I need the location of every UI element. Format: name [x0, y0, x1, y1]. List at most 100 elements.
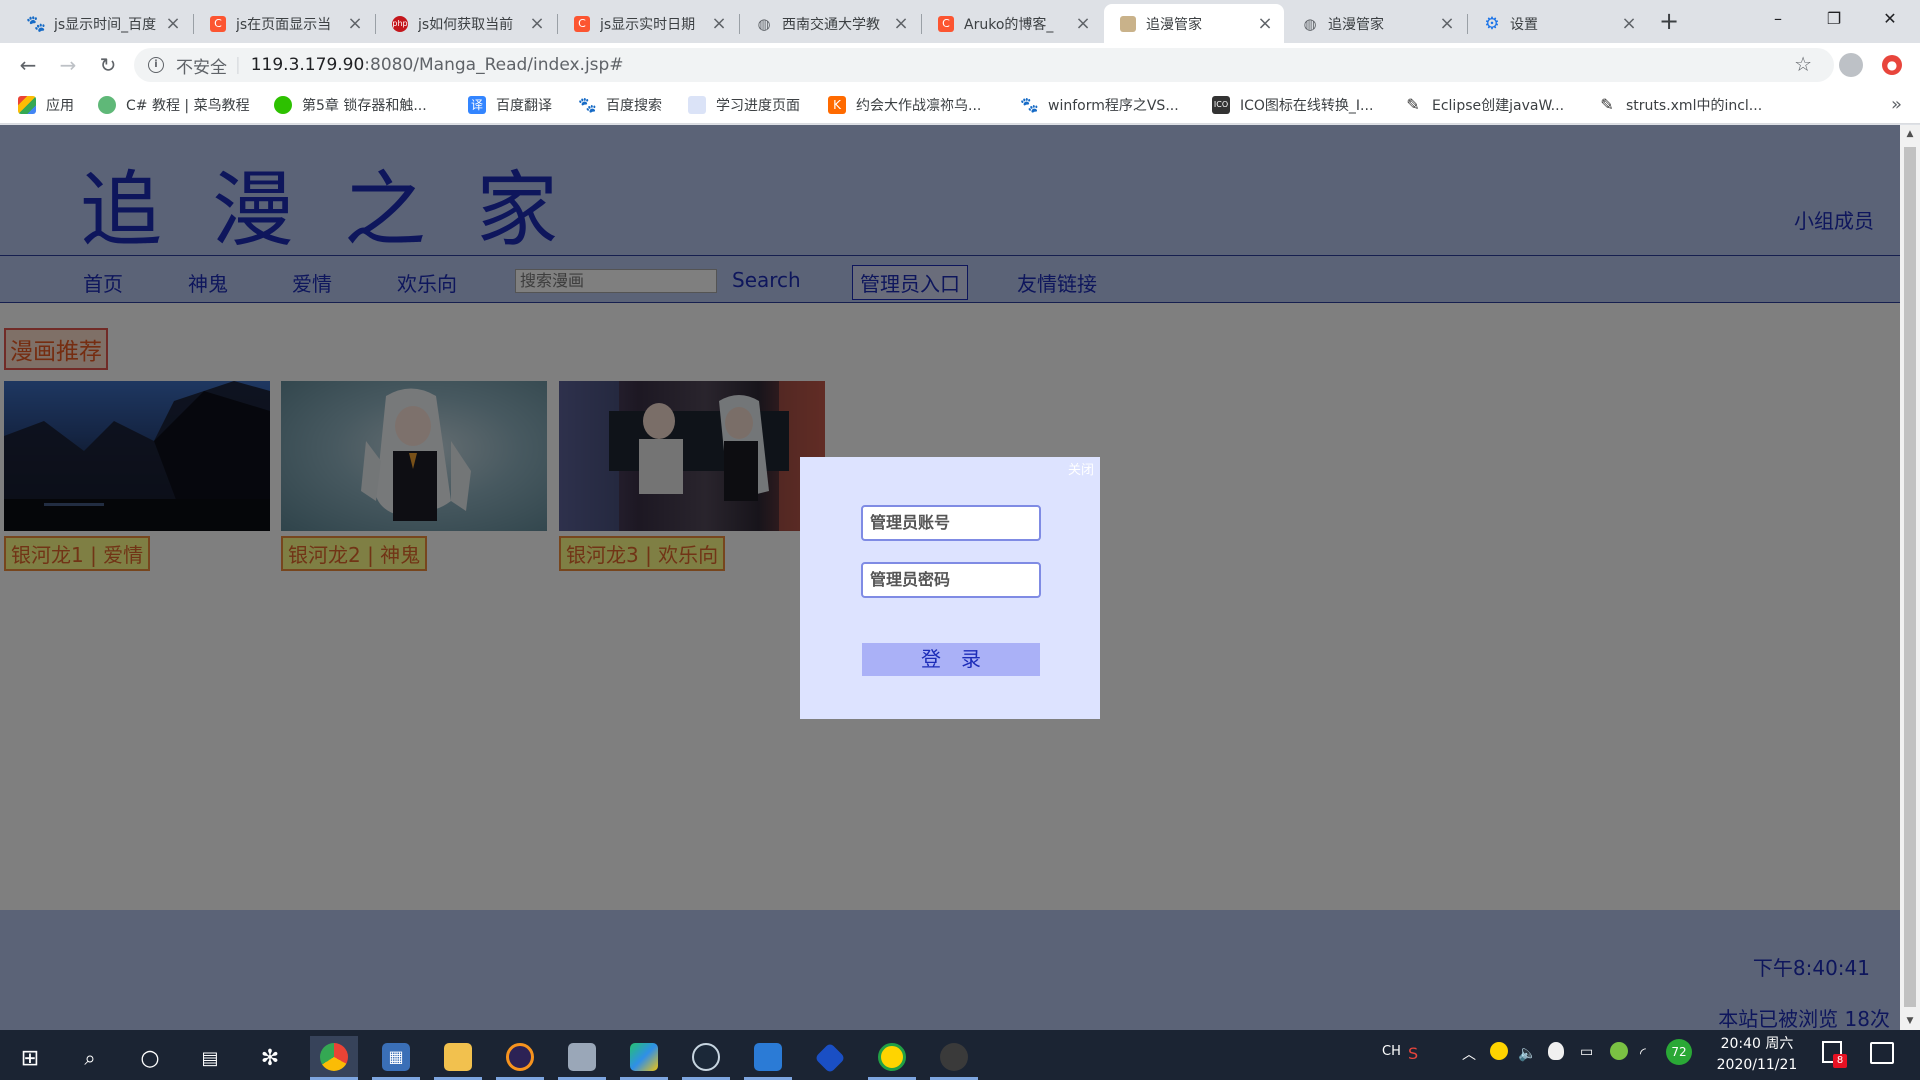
minimize-button[interactable]: – — [1754, 0, 1802, 40]
sogou-input-icon[interactable]: S — [1408, 1044, 1418, 1063]
tray-app-icon[interactable] — [1610, 1042, 1628, 1060]
security-label[interactable]: 不安全 — [176, 53, 227, 78]
app-taskbar-icon[interactable] — [620, 1036, 668, 1080]
close-tab-icon[interactable]: × — [1438, 13, 1456, 34]
tab-title: 设置 — [1510, 16, 1538, 33]
close-window-button[interactable]: ✕ — [1866, 0, 1914, 40]
browser-tab-8[interactable]: ◍ 追漫管家 × — [1286, 4, 1466, 43]
bookmark-item[interactable]: ✎ struts.xml中的incl... — [1598, 95, 1762, 115]
search-icon[interactable]: ⌕ — [66, 1036, 114, 1080]
bookmark-item[interactable]: C# 教程 | 菜鸟教程 — [98, 95, 250, 115]
browser-tab-5[interactable]: ◍ 西南交通大学教 × — [740, 4, 920, 43]
chevron-up-icon[interactable]: ︿ — [1462, 1044, 1476, 1064]
admin-password-input[interactable]: 管理员密码 — [861, 562, 1041, 598]
tab-title: 追漫管家 — [1328, 16, 1384, 33]
scroll-up-icon[interactable]: ▲ — [1900, 125, 1920, 143]
page-scrollbar[interactable]: ▲ ▼ — [1900, 125, 1920, 1030]
forward-arrow-icon[interactable]: → — [54, 51, 82, 79]
app-taskbar-icon[interactable] — [806, 1036, 854, 1080]
bookmark-item[interactable]: 学习进度页面 — [688, 95, 800, 115]
input-language-indicator[interactable]: CH — [1382, 1044, 1401, 1059]
new-tab-button[interactable]: + — [1655, 8, 1683, 36]
windows-start-icon[interactable]: ⊞ — [6, 1036, 54, 1080]
scrollbar-thumb[interactable] — [1904, 147, 1916, 1007]
browser-tab-4[interactable]: C js显示实时日期 × — [558, 4, 738, 43]
close-tab-icon[interactable]: × — [892, 13, 910, 34]
system-date: 2020/11/21 — [1716, 1057, 1798, 1073]
bookmark-label: 约会大作战凛祢乌... — [856, 98, 982, 114]
close-tab-icon[interactable]: × — [1620, 13, 1638, 34]
back-arrow-icon[interactable]: ← — [14, 51, 42, 79]
chevron-more-icon[interactable]: » — [1891, 94, 1902, 115]
qq-tray-icon[interactable] — [1548, 1042, 1564, 1060]
feather-icon: ✎ — [1406, 95, 1420, 114]
modal-close-button[interactable]: 关闭 — [1068, 459, 1094, 478]
eclipse-taskbar-icon[interactable] — [496, 1036, 544, 1080]
profile-avatar-icon[interactable] — [1839, 53, 1863, 77]
action-center-icon[interactable] — [1870, 1042, 1894, 1064]
bookmark-item[interactable]: ICO ICO图标在线转换_I... — [1212, 95, 1373, 115]
gear-icon: ⚙ — [1484, 13, 1500, 34]
browser-tab-2[interactable]: C js在页面显示当 × — [194, 4, 374, 43]
bookmark-item[interactable]: 译 百度翻译 — [468, 95, 552, 115]
browser-tab-active[interactable]: 追漫管家 × — [1104, 4, 1284, 43]
admin-account-input[interactable]: 管理员账号 — [861, 505, 1041, 541]
system-clock[interactable]: 20:40 周六 2020/11/21 — [1702, 1034, 1812, 1076]
close-tab-icon[interactable]: × — [1256, 13, 1274, 34]
chrome-icon — [320, 1042, 348, 1071]
close-tab-icon[interactable]: × — [710, 13, 728, 34]
tab-title: js显示时间_百度 — [54, 16, 157, 33]
security-tray-badge[interactable]: 72 — [1666, 1039, 1692, 1065]
bookmark-label: 学习进度页面 — [716, 98, 800, 114]
bookmark-item[interactable]: 🐾 百度搜索 — [578, 95, 662, 115]
diamond-app-icon — [814, 1042, 846, 1074]
baidu-paw-icon: 🐾 — [26, 14, 46, 33]
app-taskbar-icon[interactable] — [558, 1036, 606, 1080]
bookmark-label: 第5章 锁存器和触... — [302, 98, 427, 114]
battery-icon[interactable]: ▭ — [1580, 1044, 1593, 1060]
restore-button[interactable]: ❐ — [1810, 0, 1858, 40]
app-icon[interactable]: ✻ — [246, 1036, 294, 1080]
volume-icon[interactable]: 🔈 — [1518, 1044, 1537, 1062]
tab-title: js如何获取当前 — [418, 16, 514, 33]
close-tab-icon[interactable]: × — [346, 13, 364, 34]
wifi-icon[interactable]: ◜ — [1640, 1044, 1646, 1062]
login-button[interactable]: 登录 — [862, 643, 1040, 676]
kuwo-tray-icon[interactable] — [1490, 1042, 1508, 1060]
browser-tab-6[interactable]: C Aruko的博客_ × — [922, 4, 1102, 43]
translate-icon: 译 — [468, 96, 486, 114]
app-taskbar-icon[interactable] — [744, 1036, 792, 1080]
bookmark-label: ICO图标在线转换_I... — [1240, 98, 1374, 114]
info-icon[interactable]: i — [148, 57, 164, 73]
explorer-taskbar-icon[interactable] — [434, 1036, 482, 1080]
browser-tab-3[interactable]: php js如何获取当前 × — [376, 4, 556, 43]
close-tab-icon[interactable]: × — [528, 13, 546, 34]
baidu-paw-icon: 🐾 — [1020, 96, 1039, 114]
extension-icon[interactable]: ● — [1882, 55, 1902, 75]
browser-tab-9[interactable]: ⚙ 设置 × — [1468, 4, 1648, 43]
bookmark-item[interactable]: 🐾 winform程序之VS... — [1020, 95, 1179, 115]
steam-taskbar-icon[interactable] — [682, 1036, 730, 1080]
reload-icon[interactable]: ↻ — [94, 51, 122, 79]
task-view-icon[interactable]: ▤ — [186, 1036, 234, 1080]
browser-tab-1[interactable]: 🐾 js显示时间_百度 × — [12, 4, 192, 43]
bookmark-item[interactable]: 第5章 锁存器和触... — [274, 95, 427, 115]
bookmark-item[interactable]: ✎ Eclipse创建javaW... — [1404, 95, 1564, 115]
url-path: :8080/Manga_Read/index.jsp# — [364, 55, 624, 75]
close-tab-icon[interactable]: × — [1074, 13, 1092, 34]
feather-icon: ✎ — [1600, 95, 1614, 114]
bookmark-label: 百度翻译 — [496, 98, 552, 114]
cortana-icon[interactable]: ○ — [126, 1036, 174, 1080]
csdn-icon: C — [938, 15, 954, 32]
address-bar[interactable]: i 不安全 | 119.3.179.90 :8080/Manga_Read/in… — [134, 48, 1834, 82]
app-taskbar-icon[interactable] — [930, 1036, 978, 1080]
bookmark-apps[interactable]: 应用 — [18, 95, 74, 115]
scroll-down-icon[interactable]: ▼ — [1900, 1012, 1920, 1030]
chrome-taskbar-icon[interactable] — [310, 1036, 358, 1080]
bookmark-item[interactable]: K 约会大作战凛祢乌... — [828, 95, 981, 115]
close-tab-icon[interactable]: × — [164, 13, 182, 34]
bookmark-star-icon[interactable]: ☆ — [1794, 52, 1812, 76]
image-viewer-icon — [568, 1042, 596, 1071]
calculator-taskbar-icon[interactable]: ▦ — [372, 1036, 420, 1080]
app-taskbar-icon[interactable] — [868, 1036, 916, 1080]
